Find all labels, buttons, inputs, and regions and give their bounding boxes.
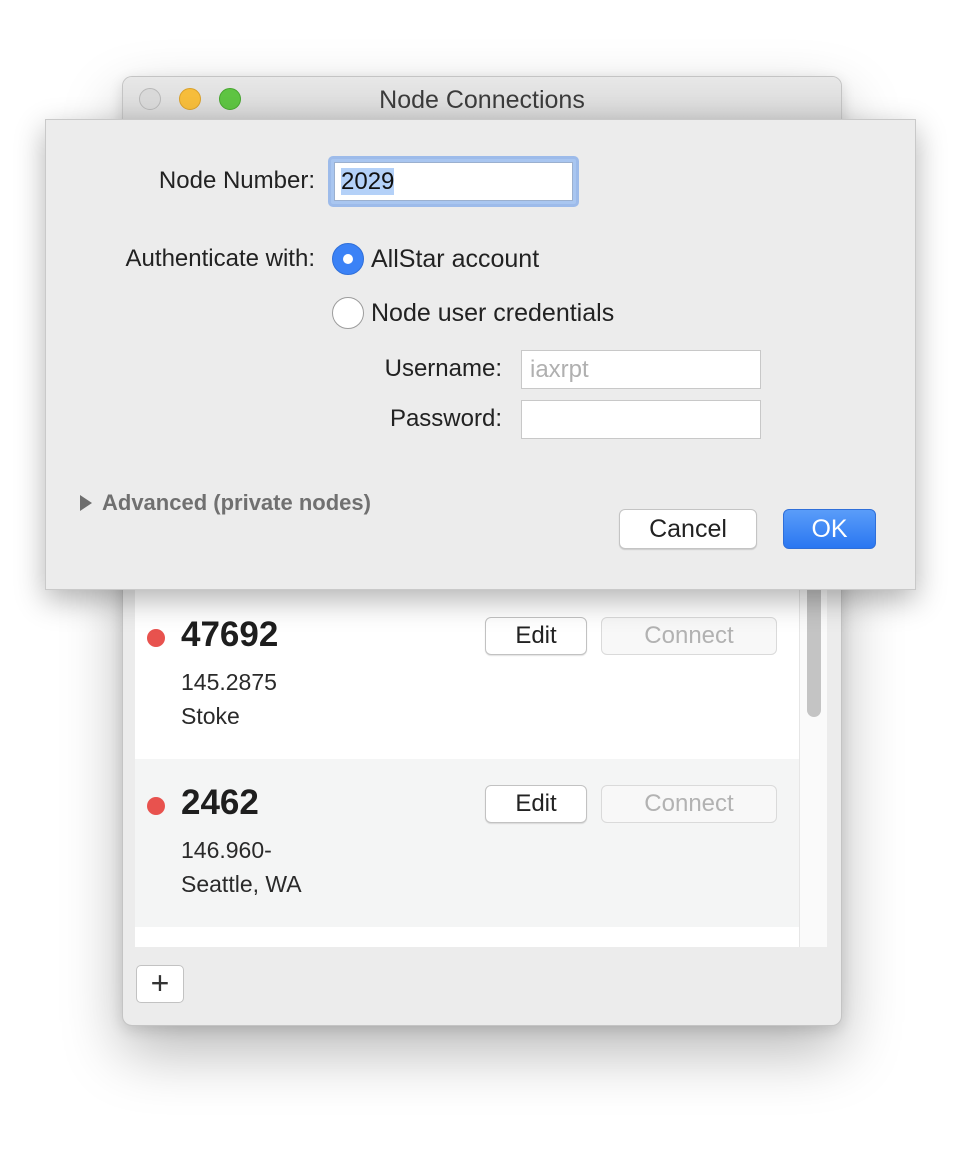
edit-button[interactable]: Edit bbox=[485, 617, 587, 655]
node-number-value: 2029 bbox=[341, 168, 395, 195]
add-node-button[interactable]: + bbox=[136, 965, 184, 1003]
node-row: 47692 145.2875 Stoke Edit Connect bbox=[135, 591, 799, 759]
node-number: 47692 bbox=[181, 615, 279, 654]
node-row-partial bbox=[135, 927, 799, 947]
username-label: Username: bbox=[384, 355, 502, 382]
advanced-label: Advanced (private nodes) bbox=[102, 490, 371, 515]
edit-button[interactable]: Edit bbox=[485, 785, 587, 823]
connect-button[interactable]: Connect bbox=[601, 785, 777, 823]
node-frequency: 145.2875 bbox=[181, 669, 277, 695]
title-bar[interactable]: Node Connections bbox=[123, 77, 841, 122]
node-location: Seattle, WA bbox=[181, 871, 302, 897]
password-input[interactable] bbox=[521, 400, 761, 439]
node-number-label: Node Number: bbox=[158, 167, 315, 194]
authenticate-label: Authenticate with: bbox=[125, 245, 315, 272]
connect-button[interactable]: Connect bbox=[601, 617, 777, 655]
node-number-input[interactable]: 2029 bbox=[334, 162, 573, 201]
status-dot-icon bbox=[147, 629, 165, 647]
password-label: Password: bbox=[389, 405, 502, 432]
radio-label-allstar[interactable]: AllStar account bbox=[371, 245, 539, 274]
window-title: Node Connections bbox=[379, 86, 585, 114]
status-dot-icon bbox=[147, 797, 165, 815]
cancel-button[interactable]: Cancel bbox=[619, 509, 757, 549]
username-input[interactable]: iaxrpt bbox=[521, 350, 761, 389]
radio-allstar-account[interactable] bbox=[332, 243, 364, 275]
disclosure-triangle-icon bbox=[80, 495, 92, 511]
node-row: 2462 146.960- Seattle, WA Edit Connect bbox=[135, 759, 799, 927]
node-number: 2462 bbox=[181, 783, 259, 822]
node-frequency: 146.960- bbox=[181, 837, 272, 863]
advanced-disclosure[interactable]: Advanced (private nodes) bbox=[80, 490, 371, 516]
radio-label-node-credentials[interactable]: Node user credentials bbox=[371, 299, 614, 328]
radio-node-credentials[interactable] bbox=[332, 297, 364, 329]
node-location: Stoke bbox=[181, 703, 240, 729]
ok-button[interactable]: OK bbox=[783, 509, 876, 549]
node-list: 47692 145.2875 Stoke Edit Connect 2462 1… bbox=[135, 567, 827, 947]
add-node-sheet: Node Number: 2029 Authenticate with: All… bbox=[45, 119, 916, 590]
